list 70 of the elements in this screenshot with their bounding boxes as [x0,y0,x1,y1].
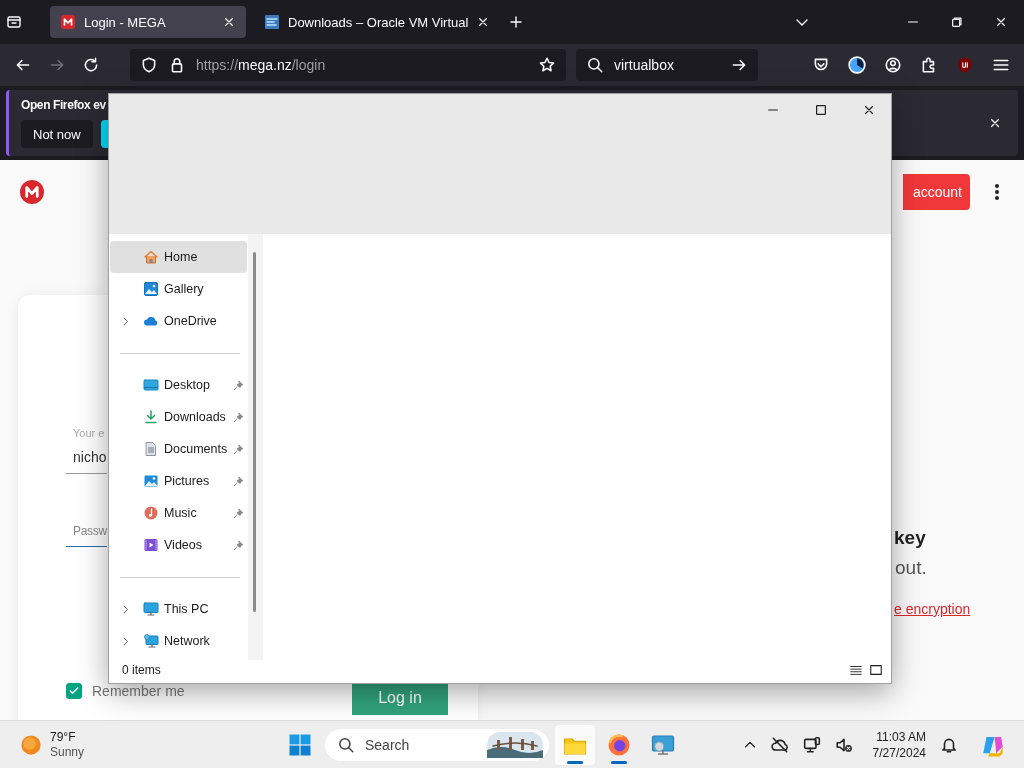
shield-icon [140,56,158,74]
email-field[interactable]: Your e nicho [66,427,107,474]
body-text: out. [895,557,927,579]
heading: key [894,527,926,549]
reload-icon[interactable] [82,56,100,74]
network-icon [143,633,159,649]
nav-item[interactable]: Downloads [110,401,247,433]
nav-item[interactable]: Desktop [110,369,247,401]
status-text: 0 items [122,663,161,677]
clock[interactable]: 11:03 AM 7/27/2024 [872,728,926,761]
close-icon[interactable] [994,15,1008,29]
kebab-menu-icon[interactable] [994,183,1000,201]
password-field[interactable]: Passw [66,524,107,547]
check-icon [68,685,80,697]
star-icon[interactable] [538,56,556,74]
search-icon [337,735,355,754]
nav-item[interactable]: Videos [110,529,247,561]
checkbox-label: Remember me [92,683,185,699]
scrollbar[interactable] [248,234,263,660]
video-icon [143,537,159,553]
download-icon [143,409,159,425]
monitor-icon [143,377,159,393]
monitor-icon [143,601,159,617]
nav-item[interactable]: OneDrive [110,305,247,337]
encryption-link[interactable]: e encryption [894,601,971,617]
search-icon [586,56,604,74]
m-logo-icon [60,14,76,30]
search-button[interactable]: Search [325,728,549,761]
notification-text: Open Firefox ev [21,98,106,112]
nav-item[interactable]: This PC [110,593,247,625]
not-now-button[interactable]: Not now [21,120,93,148]
nav-item[interactable]: Network [110,625,247,657]
primary-button[interactable] [100,120,109,148]
restore-icon[interactable] [950,15,964,29]
temperature: 79°F [50,729,77,745]
nav-item[interactable]: Gallery [110,273,247,305]
circle-icon[interactable] [848,56,866,74]
search-field[interactable]: virtualbox [576,49,758,81]
image-icon [143,473,159,489]
house-icon [143,249,159,265]
plus-icon[interactable] [508,14,525,30]
network-icon[interactable] [802,735,821,754]
music-note-icon [143,505,159,521]
firefox-icon [607,732,631,757]
windows-logo-icon[interactable] [288,732,312,757]
nav-item[interactable]: Home [110,241,247,273]
taskbar-app[interactable] [555,724,595,765]
document-icon [143,441,159,457]
monitor-icon [651,732,675,757]
sun-icon [20,733,42,756]
close-icon[interactable] [222,15,236,29]
account-icon[interactable] [884,56,902,74]
window-icon [264,14,280,30]
details-view-icon[interactable] [849,663,863,677]
checkbox[interactable] [66,683,82,699]
nav-item[interactable]: Pictures [110,465,247,497]
m-logo-icon [20,180,44,204]
create-account-button[interactable]: account [903,174,970,210]
tab-list-icon[interactable] [6,14,22,30]
browser-tab[interactable]: Downloads – Oracle VM Virtual [254,6,501,38]
close-icon[interactable] [988,116,1002,130]
browser-tab[interactable]: Login - MEGA [50,6,246,38]
image-icon [143,281,159,297]
weather-condition: Sunny [50,744,85,760]
address-bar[interactable]: https://mega.nz/login [130,49,566,81]
cloud-off-icon[interactable] [770,735,789,754]
shield-icon[interactable] [956,56,974,74]
nav-item[interactable]: Music [110,497,247,529]
nav-item[interactable]: Documents [110,433,247,465]
tiles-view-icon[interactable] [869,663,883,677]
